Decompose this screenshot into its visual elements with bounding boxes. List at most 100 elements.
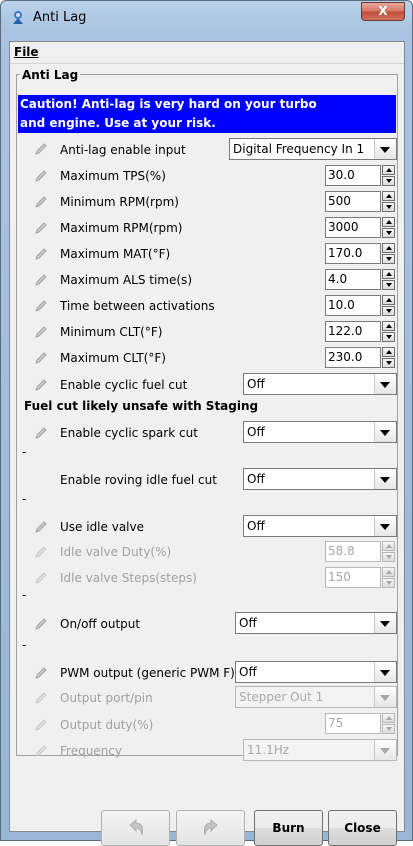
spinner-value[interactable]: 230.0 [325, 347, 381, 368]
combo-value: Off [247, 472, 265, 486]
pencil-edit-icon [35, 352, 47, 364]
anti-lag-window: Anti Lag X File Anti Lag Caution! Anti-l… [0, 0, 413, 846]
pencil-edit-icon [35, 274, 47, 286]
pwm-output-select[interactable]: Off [235, 661, 397, 683]
close-glyph: X [378, 4, 388, 18]
output-duty-spinner: 75 [325, 713, 396, 734]
maximum-mat-spinner[interactable]: 170.0 [325, 243, 396, 264]
spin-up-button[interactable] [382, 321, 395, 331]
spin-up-button[interactable] [382, 295, 395, 305]
chevron-down-icon[interactable] [374, 139, 396, 159]
combo-value: Off [239, 616, 257, 630]
combo-value: 11.1Hz [247, 743, 290, 757]
pencil-edit-icon [35, 196, 47, 208]
minimum-rpm-spinner[interactable]: 500 [325, 191, 396, 212]
redo-arrow-icon [203, 819, 218, 836]
anti-lag-enable-input-select[interactable]: Digital Frequency In 1 [229, 138, 397, 160]
spin-up-button[interactable] [382, 165, 395, 175]
roving-idle-fuel-cut-select[interactable]: Off [243, 468, 397, 490]
spin-down-button[interactable] [382, 228, 395, 238]
pencil-edit-icon [35, 546, 47, 558]
time-between-activations-spinner[interactable]: 10.0 [325, 295, 396, 316]
pencil-edit-icon [35, 143, 47, 155]
title-bar[interactable]: Anti Lag X [1, 1, 412, 33]
window-close-button[interactable]: X [361, 2, 405, 21]
field-label: Enable cyclic fuel cut [60, 378, 188, 392]
combo-value: Stepper Out 1 [239, 690, 324, 704]
field-label: Output duty(%) [60, 718, 154, 732]
on-off-output-select[interactable]: Off [235, 612, 397, 634]
field-label: Use idle valve [60, 520, 144, 534]
field-label: Idle valve Duty(%) [60, 545, 172, 559]
minimum-clt-spinner[interactable]: 122.0 [325, 321, 396, 342]
spin-down-button[interactable] [382, 306, 395, 316]
field-label: Idle valve Steps(steps) [60, 571, 197, 585]
spinner-value[interactable]: 4.0 [325, 269, 381, 290]
pencil-edit-icon [35, 521, 47, 533]
spin-down-button[interactable] [382, 332, 395, 342]
chevron-down-icon[interactable] [374, 469, 396, 489]
field-label: Maximum MAT(°F) [60, 247, 171, 261]
spinner-value[interactable]: 3000 [325, 217, 381, 238]
chevron-down-icon[interactable] [374, 516, 396, 536]
spin-down-button[interactable] [382, 358, 395, 368]
spin-up-button[interactable] [382, 191, 395, 201]
spin-down-button[interactable] [382, 280, 395, 290]
spin-up-button[interactable] [382, 269, 395, 279]
close-button-label: Close [344, 821, 381, 835]
spin-down-button[interactable] [382, 202, 395, 212]
maximum-tps-spinner[interactable]: 30.0 [325, 165, 396, 186]
spinner-value: 150 [325, 567, 381, 588]
maximum-rpm-spinner[interactable]: 3000 [325, 217, 396, 238]
combo-value: Off [247, 425, 265, 439]
frequency-select: 11.1Hz [243, 739, 397, 761]
spinner-value[interactable]: 122.0 [325, 321, 381, 342]
chevron-down-icon [374, 740, 396, 760]
field-label: Enable roving idle fuel cut [60, 473, 217, 487]
spin-up-button[interactable] [382, 243, 395, 253]
spin-down-button[interactable] [382, 176, 395, 186]
spin-down-button [382, 724, 395, 734]
cyclic-fuel-cut-select[interactable]: Off [243, 373, 397, 395]
spinner-value[interactable]: 10.0 [325, 295, 381, 316]
maximum-clt-spinner[interactable]: 230.0 [325, 347, 396, 368]
spinner-value[interactable]: 170.0 [325, 243, 381, 264]
spinner-value[interactable]: 30.0 [325, 165, 381, 186]
chevron-down-icon[interactable] [374, 613, 396, 633]
spinner-value: 58.8 [325, 541, 381, 562]
spin-up-button [382, 713, 395, 723]
spin-up-button[interactable] [382, 217, 395, 227]
window-title: Anti Lag [33, 10, 87, 25]
spin-down-button [382, 552, 395, 562]
warning-line-1: Caution! Anti-lag is very hard on your t… [18, 95, 396, 114]
menu-file-label: File [14, 45, 39, 59]
pencil-edit-icon [35, 326, 47, 338]
cyclic-spark-cut-select[interactable]: Off [243, 421, 397, 443]
spinner-value[interactable]: 500 [325, 191, 381, 212]
combo-value: Digital Frequency In 1 [233, 142, 365, 156]
menu-bar: File [10, 42, 404, 64]
idle-valve-duty-spinner: 58.8 [325, 541, 396, 562]
group-title: Anti Lag [20, 68, 81, 82]
pencil-edit-icon [35, 300, 47, 312]
chevron-down-icon[interactable] [374, 662, 396, 682]
use-idle-valve-select[interactable]: Off [243, 515, 397, 537]
field-label: Minimum RPM(rpm) [60, 195, 179, 209]
spin-down-button [382, 578, 395, 588]
spin-down-button[interactable] [382, 254, 395, 264]
field-label: On/off output [60, 617, 141, 631]
separator-dash: - [22, 492, 27, 506]
field-label: Maximum RPM(rpm) [60, 221, 183, 235]
maximum-als-time-spinner[interactable]: 4.0 [325, 269, 396, 290]
pencil-edit-icon [35, 719, 47, 731]
chevron-down-icon[interactable] [374, 422, 396, 442]
separator-dash: - [22, 588, 27, 602]
chevron-down-icon[interactable] [374, 374, 396, 394]
menu-file[interactable]: File [14, 45, 39, 59]
field-label: PWM output (generic PWM F) [60, 666, 235, 680]
separator-dash: - [22, 638, 27, 652]
combo-value: Off [247, 519, 265, 533]
field-label: Maximum CLT(°F) [60, 351, 166, 365]
spin-up-button[interactable] [382, 347, 395, 357]
field-label: Frequency [60, 744, 122, 758]
